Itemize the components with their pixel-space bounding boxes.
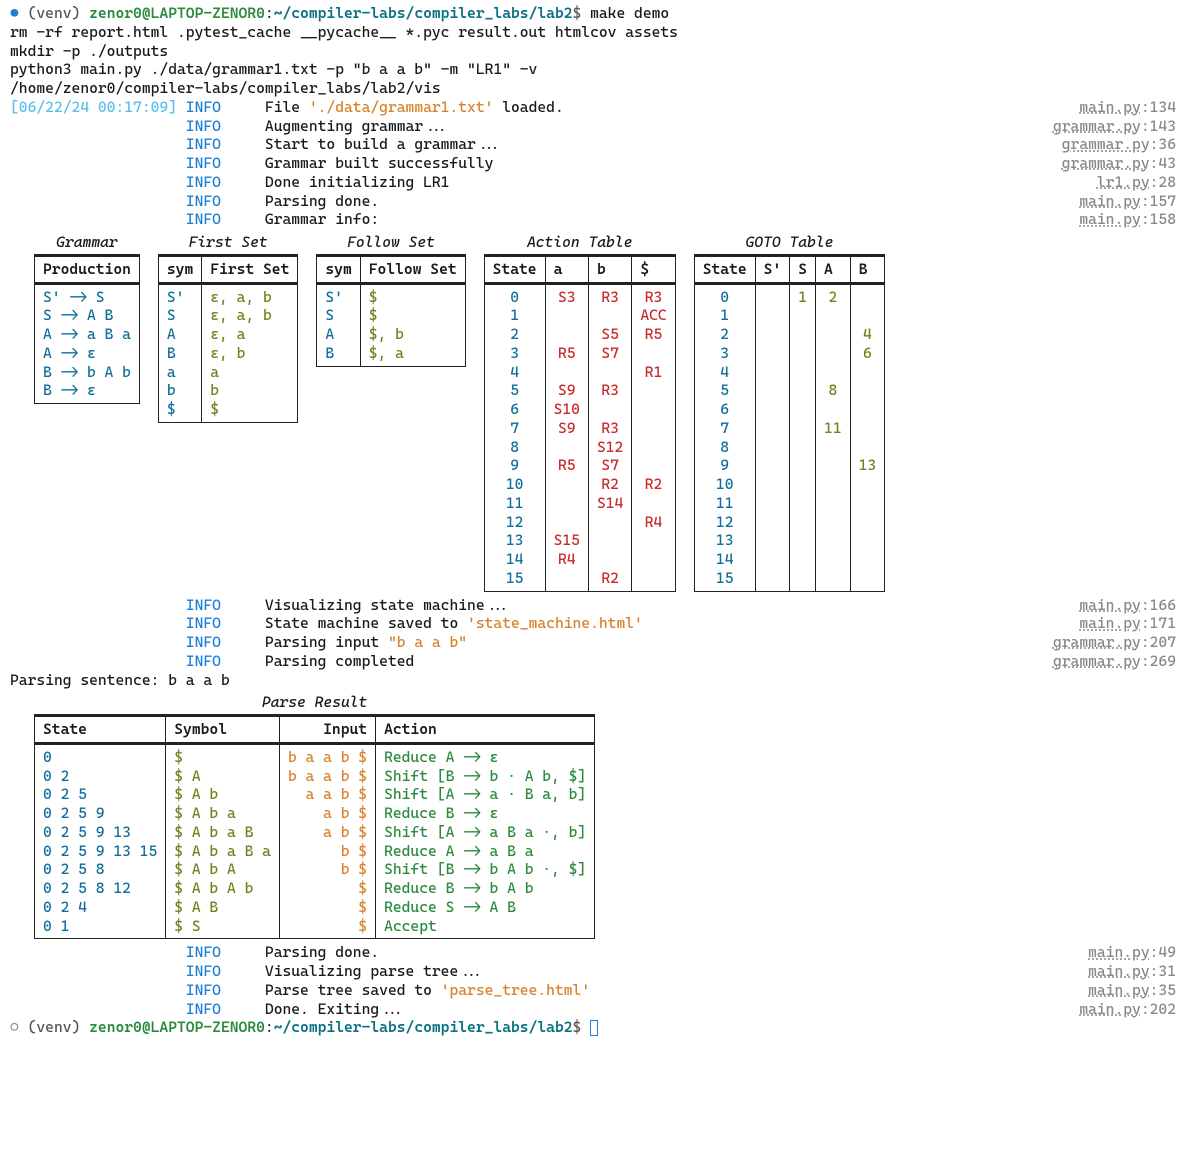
tables-row: Grammar Production S' -> SS -> A BA -> a… bbox=[34, 233, 1176, 592]
log-block-1: [06/22/24 00:17:09] INFO File './data/gr… bbox=[10, 98, 1176, 229]
action-table: Stateab$0123456789101112131415S3 R5 S9S1… bbox=[484, 254, 676, 592]
cursor-icon[interactable] bbox=[590, 1020, 598, 1036]
follow-set-wrap: Follow Set symFollow Set S'SAB$$$, b$, a bbox=[316, 233, 465, 367]
prompt-line-2[interactable]: (venv) zenor0@LAPTOP-ZENOR0:~/compiler-l… bbox=[10, 1018, 1176, 1037]
parse-result-wrap: Parse Result StateSymbolInputAction00 20… bbox=[34, 693, 595, 939]
cwd-path: ~/compiler-labs/compiler_labs/lab2 bbox=[274, 4, 573, 22]
goto-table: StateS'SAB0123456789101112131415 1 2 8 1… bbox=[694, 254, 885, 592]
first-table: symFirst Set S'SABab$ε, a, bε, a, bε, aε… bbox=[158, 254, 298, 423]
action-table-wrap: Action Table Stateab$0123456789101112131… bbox=[484, 233, 676, 592]
grammar-table: Production S' -> SS -> A BA -> a B aA ->… bbox=[34, 254, 140, 404]
parsing-sentence: Parsing sentence: b a a b bbox=[10, 671, 1176, 690]
parse-table: StateSymbolInputAction00 20 2 50 2 5 90 … bbox=[34, 714, 595, 939]
follow-title: Follow Set bbox=[347, 233, 435, 252]
command-input[interactable]: make demo bbox=[590, 4, 669, 22]
grammar-title: Grammar bbox=[56, 233, 118, 252]
venv-label: (venv) bbox=[28, 4, 90, 22]
grammar-table-wrap: Grammar Production S' -> SS -> A BA -> a… bbox=[34, 233, 140, 404]
parse-title: Parse Result bbox=[262, 693, 367, 712]
log-block-2: [06/22/24 00:17:09] INFO Visualizing sta… bbox=[10, 596, 1176, 671]
first-set-wrap: First Set symFirst Set S'SABab$ε, a, bε,… bbox=[158, 233, 298, 423]
action-title: Action Table bbox=[527, 233, 632, 252]
log-block-3: [06/22/24 00:17:09] INFO Parsing done.ma… bbox=[10, 943, 1176, 1018]
user-host: zenor0@LAPTOP-ZENOR0 bbox=[89, 4, 265, 22]
goto-title: GOTO Table bbox=[746, 233, 834, 252]
follow-table: symFollow Set S'SAB$$$, b$, a bbox=[316, 254, 465, 367]
goto-table-wrap: GOTO Table StateS'SAB0123456789101112131… bbox=[694, 233, 885, 592]
first-title: First Set bbox=[189, 233, 268, 252]
prompt-line-1[interactable]: (venv) zenor0@LAPTOP-ZENOR0:~/compiler-l… bbox=[10, 4, 1176, 23]
output-pre-lines: rm -rf report.html .pytest_cache __pycac… bbox=[10, 23, 1176, 98]
